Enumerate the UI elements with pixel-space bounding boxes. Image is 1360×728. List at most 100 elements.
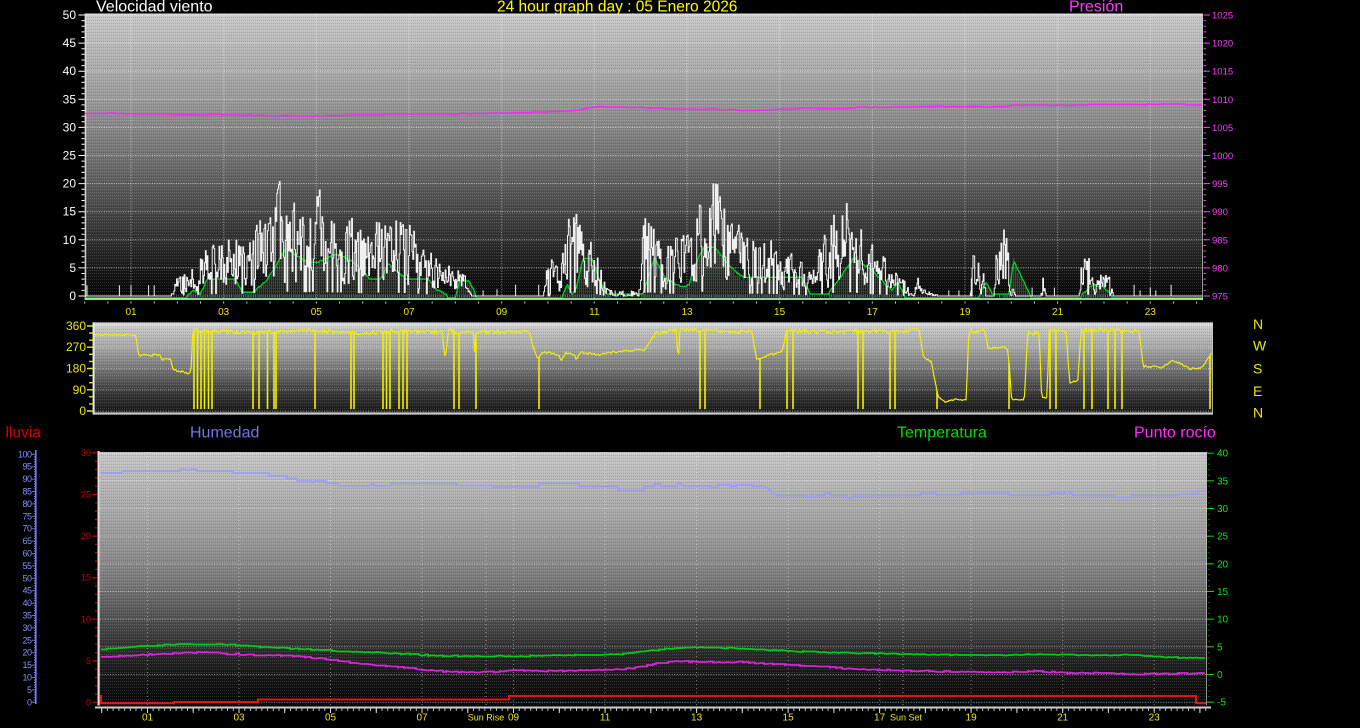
svg-text:21: 21 [1052,307,1064,318]
svg-text:0: 0 [86,698,91,708]
svg-text:11: 11 [600,713,611,724]
svg-text:5: 5 [27,685,32,695]
svg-text:W: W [1253,338,1267,354]
svg-text:5: 5 [86,656,91,666]
svg-text:990: 990 [1212,207,1228,218]
svg-text:25: 25 [22,635,32,645]
svg-text:15: 15 [63,205,77,219]
svg-text:03: 03 [218,307,230,318]
svg-text:Velocidad viento: Velocidad viento [96,0,213,16]
svg-text:15: 15 [22,660,32,670]
svg-text:21: 21 [1057,713,1069,724]
svg-text:45: 45 [22,586,32,596]
svg-text:35: 35 [1217,476,1229,487]
svg-text:85: 85 [22,487,32,497]
svg-text:17: 17 [867,307,879,318]
svg-text:10: 10 [81,614,91,624]
svg-text:50: 50 [63,8,77,22]
svg-text:N: N [1253,405,1263,421]
svg-text:15: 15 [1217,587,1229,598]
svg-text:13: 13 [691,713,703,724]
svg-text:1020: 1020 [1212,39,1233,50]
svg-text:30: 30 [63,120,77,134]
svg-text:23: 23 [1145,307,1157,318]
svg-text:1025: 1025 [1212,11,1233,22]
svg-text:17: 17 [874,713,886,724]
svg-text:10: 10 [1217,615,1229,626]
svg-text:05: 05 [311,307,323,318]
svg-text:180: 180 [66,362,86,376]
svg-text:N: N [1253,316,1263,332]
svg-text:90: 90 [73,383,87,397]
svg-text:E: E [1253,383,1262,399]
svg-text:5: 5 [69,261,76,275]
svg-text:55: 55 [22,561,32,571]
svg-text:01: 01 [142,713,154,724]
svg-text:35: 35 [63,92,77,106]
svg-text:65: 65 [22,536,32,546]
svg-text:03: 03 [233,713,245,724]
svg-text:360: 360 [66,319,86,333]
svg-text:Humedad: Humedad [190,425,259,442]
svg-text:Temperatura: Temperatura [897,425,987,442]
svg-text:07: 07 [403,307,415,318]
svg-text:985: 985 [1212,235,1228,246]
svg-text:09: 09 [508,713,520,724]
svg-text:30: 30 [81,448,91,458]
svg-text:lluvia: lluvia [6,425,42,442]
svg-text:50: 50 [22,573,32,583]
svg-text:19: 19 [959,307,971,318]
svg-text:60: 60 [22,549,32,559]
svg-text:45: 45 [63,36,77,50]
svg-text:70: 70 [22,524,32,534]
svg-text:09: 09 [496,307,508,318]
svg-text:15: 15 [81,573,91,583]
svg-text:30: 30 [1217,504,1229,515]
svg-text:-5: -5 [1217,698,1226,709]
svg-text:100: 100 [18,449,32,459]
svg-text:20: 20 [1217,559,1229,570]
svg-text:40: 40 [63,64,77,78]
svg-text:25: 25 [1217,532,1229,543]
svg-text:20: 20 [81,531,91,541]
svg-text:15: 15 [783,713,795,724]
svg-text:20: 20 [22,648,32,658]
svg-text:10: 10 [22,673,32,683]
svg-text:75: 75 [22,511,32,521]
svg-text:0: 0 [79,404,86,418]
svg-text:1005: 1005 [1212,123,1233,134]
svg-text:Sun Rise: Sun Rise [468,713,505,723]
svg-text:0: 0 [69,289,76,303]
svg-text:Presión: Presión [1069,0,1123,16]
svg-text:0: 0 [1217,670,1223,681]
svg-text:40: 40 [1217,449,1229,460]
svg-text:35: 35 [22,611,32,621]
svg-text:270: 270 [66,340,86,354]
svg-text:10: 10 [63,233,77,247]
svg-text:19: 19 [966,713,978,724]
svg-text:30: 30 [22,623,32,633]
svg-text:S: S [1253,361,1262,377]
svg-text:995: 995 [1212,179,1228,190]
svg-text:25: 25 [81,490,91,500]
svg-text:1015: 1015 [1212,67,1233,78]
svg-text:80: 80 [22,499,32,509]
svg-text:5: 5 [1217,642,1223,653]
svg-text:20: 20 [63,177,77,191]
svg-text:Sun Set: Sun Set [890,713,923,723]
svg-text:975: 975 [1212,292,1228,303]
svg-text:01: 01 [125,307,137,318]
svg-text:05: 05 [325,713,337,724]
svg-text:1000: 1000 [1212,151,1233,162]
svg-text:11: 11 [589,307,600,318]
svg-text:07: 07 [416,713,428,724]
svg-text:0: 0 [27,697,32,707]
svg-text:1010: 1010 [1212,95,1233,106]
svg-text:95: 95 [22,462,32,472]
svg-text:23: 23 [1149,713,1161,724]
svg-text:13: 13 [681,307,693,318]
svg-text:24 hour graph day : 05 Enero 2: 24 hour graph day : 05 Enero 2026 [497,0,737,16]
svg-text:90: 90 [22,474,32,484]
svg-text:Punto rocío: Punto rocío [1134,425,1216,442]
svg-text:40: 40 [22,598,32,608]
